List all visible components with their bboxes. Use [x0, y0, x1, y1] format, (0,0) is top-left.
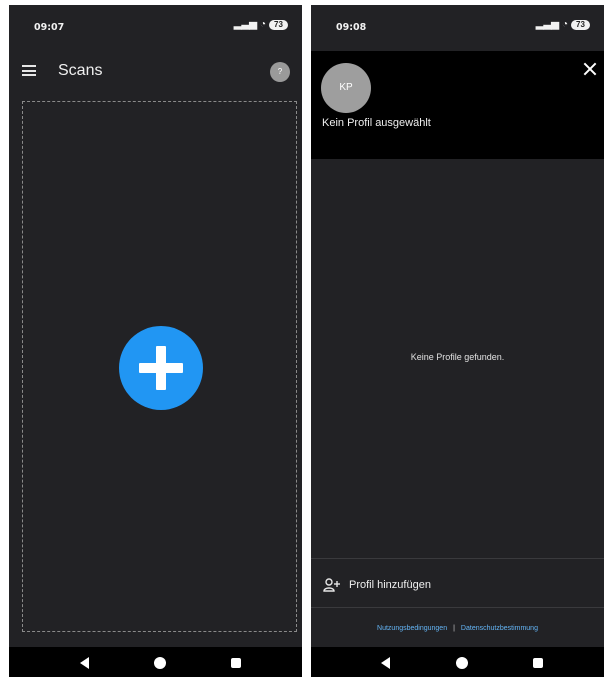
- nav-back-icon[interactable]: [80, 657, 89, 669]
- profile-status-text: Kein Profil ausgewählt: [322, 117, 431, 129]
- system-nav-bar: [9, 647, 302, 677]
- battery-icon: 73: [269, 20, 288, 30]
- add-scan-button[interactable]: [119, 326, 203, 410]
- add-profile-button[interactable]: Profil hinzufügen: [311, 568, 604, 604]
- divider: [311, 558, 604, 559]
- status-time: 09:07: [34, 22, 65, 33]
- status-time: 09:08: [336, 22, 367, 33]
- drawer-header: KP Kein Profil ausgewählt: [311, 51, 604, 159]
- profile-drawer-screen: 09:08 ▂▃▅ ◔ 73 KP Kein Profil ausgewählt…: [311, 5, 604, 677]
- signal-icon: ▂▃▅: [535, 19, 559, 30]
- terms-link[interactable]: Nutzungsbedingungen: [377, 625, 447, 632]
- nav-home-icon[interactable]: [456, 657, 468, 669]
- divider: [311, 607, 604, 608]
- privacy-link[interactable]: Datenschutzbestimmung: [461, 625, 538, 632]
- status-bar: 09:07 ▂▃▅ ◔ 73: [9, 5, 302, 45]
- app-bar: Scans ?: [9, 45, 302, 97]
- wifi-icon: ◔: [259, 19, 266, 30]
- nav-recents-icon[interactable]: [533, 658, 543, 668]
- page-title: Scans: [58, 62, 103, 79]
- status-bar: 09:08 ▂▃▅ ◔ 73: [311, 5, 604, 45]
- add-person-icon: [323, 578, 340, 592]
- system-nav-bar: [311, 647, 604, 677]
- hamburger-menu-icon[interactable]: [22, 65, 36, 76]
- close-icon[interactable]: [582, 61, 598, 77]
- help-icon[interactable]: ?: [270, 62, 290, 82]
- nav-home-icon[interactable]: [154, 657, 166, 669]
- avatar[interactable]: KP: [321, 63, 371, 113]
- link-separator: |: [453, 625, 455, 632]
- scans-screen: 09:07 ▂▃▅ ◔ 73 Scans ?: [9, 5, 302, 677]
- legal-links: Nutzungsbedingungen | Datenschutzbestimmun…: [311, 625, 604, 632]
- add-profile-label: Profil hinzufügen: [349, 579, 431, 591]
- nav-recents-icon[interactable]: [231, 658, 241, 668]
- signal-icon: ▂▃▅: [233, 19, 257, 30]
- wifi-icon: ◔: [561, 19, 568, 30]
- nav-back-icon[interactable]: [381, 657, 390, 669]
- empty-profiles-message: Keine Profile gefunden.: [410, 352, 505, 362]
- battery-icon: 73: [571, 20, 590, 30]
